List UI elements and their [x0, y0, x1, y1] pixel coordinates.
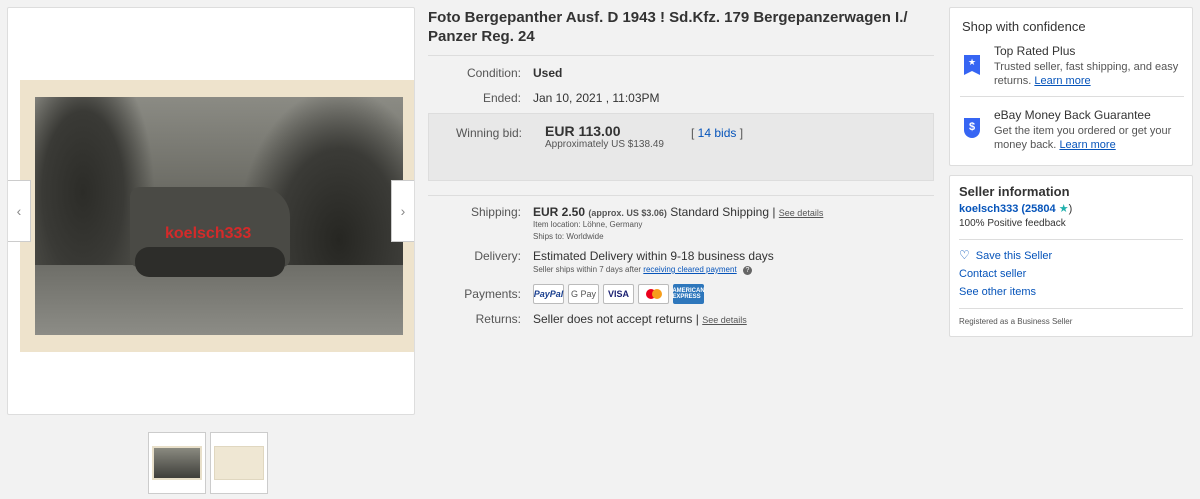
- thumbnail-image: [152, 446, 202, 480]
- thumbnail-1[interactable]: [148, 432, 206, 494]
- section-divider: [428, 195, 934, 196]
- item-title: Foto Bergepanther Ausf. D 1943 ! Sd.Kfz.…: [428, 8, 934, 56]
- info-icon[interactable]: ?: [742, 266, 752, 275]
- shipping-label: Shipping:: [470, 205, 521, 219]
- feedback-score-close: ): [1068, 203, 1073, 215]
- thumbnail-strip: [148, 432, 268, 494]
- cleared-payment-link[interactable]: receiving cleared payment: [643, 265, 736, 274]
- business-seller-note: Registered as a Business Seller: [959, 308, 1183, 326]
- winning-bid-box: Winning bid: EUR 113.00 Approximately US…: [428, 113, 934, 181]
- money-back-heading: eBay Money Back Guarantee: [994, 108, 1151, 122]
- delivery-label: Delivery:: [474, 249, 521, 263]
- shipping-info: EUR 2.50 (approx. US $3.06) Standard Shi…: [533, 205, 823, 243]
- confidence-title: Shop with confidence: [962, 19, 1086, 34]
- heart-icon: ♡: [959, 248, 970, 262]
- item-location: Item location: Löhne, Germany: [533, 220, 643, 229]
- item-details: Foto Bergepanther Ausf. D 1943 ! Sd.Kfz.…: [428, 8, 934, 326]
- star-icon: ★: [1058, 203, 1069, 215]
- chevron-right-icon: ›: [400, 203, 406, 219]
- seller-heading: Seller information: [959, 184, 1070, 199]
- top-rated-learn-more-link[interactable]: Learn more: [1034, 75, 1090, 87]
- chevron-left-icon: ‹: [16, 203, 22, 219]
- see-other-items-link[interactable]: See other items: [959, 286, 1183, 298]
- amex-icon: AMERICAN EXPRESS: [672, 284, 705, 304]
- google-pay-icon: G Pay: [568, 284, 599, 304]
- top-rated-heading: Top Rated Plus: [994, 44, 1076, 58]
- shop-with-confidence-panel: Shop with confidence ★ Top Rated Plus Tr…: [949, 7, 1193, 166]
- shipping-method: Standard Shipping |: [670, 205, 776, 219]
- winning-bid-approx: Approximately US $138.49: [545, 139, 664, 150]
- bid-count-close: ]: [736, 126, 744, 140]
- seller-name-row: koelsch333 (25804 ★): [959, 202, 1183, 215]
- ribbon-icon: ★: [964, 55, 980, 75]
- contact-seller-link[interactable]: Contact seller: [959, 268, 1183, 280]
- thumbnail-image: [214, 446, 264, 480]
- seller-divider: [959, 239, 1183, 240]
- payment-methods: PayPal G Pay VISA AMERICAN EXPRESS: [533, 284, 705, 304]
- save-seller-button[interactable]: ♡ Save this Seller: [959, 248, 1183, 262]
- mastercard-circle-orange: [651, 289, 662, 299]
- returns-value: Seller does not accept returns |: [533, 312, 699, 326]
- feedback-score-link[interactable]: (25804: [1021, 203, 1055, 215]
- bid-count-open: [: [691, 126, 698, 140]
- condition-label: Condition:: [466, 66, 521, 80]
- main-photo[interactable]: koelsch333: [20, 80, 414, 352]
- confidence-divider: [960, 96, 1184, 97]
- shipping-details-link[interactable]: See details: [779, 208, 824, 218]
- previous-image-button[interactable]: ‹: [8, 180, 31, 242]
- shipping-approx: (approx. US $3.06): [588, 208, 667, 218]
- shipping-amount: EUR 2.50: [533, 205, 586, 219]
- seller-name-link[interactable]: koelsch333: [959, 203, 1018, 215]
- positive-feedback: 100% Positive feedback: [959, 218, 1066, 229]
- image-gallery: koelsch333 ‹ ›: [7, 7, 415, 415]
- save-seller-label: Save this Seller: [975, 250, 1053, 262]
- visa-icon: VISA: [603, 284, 634, 304]
- seller-information-panel: Seller information koelsch333 (25804 ★) …: [949, 175, 1193, 337]
- ended-label: Ended:: [482, 91, 521, 105]
- delivery-info: Estimated Delivery within 9-18 business …: [533, 249, 774, 276]
- photo-watermark: koelsch333: [165, 225, 252, 242]
- next-image-button[interactable]: ›: [391, 180, 414, 242]
- delivery-value: Estimated Delivery within 9-18 business …: [533, 249, 774, 263]
- condition-value: Used: [533, 66, 563, 80]
- returns-label: Returns:: [475, 312, 521, 326]
- paypal-icon: PayPal: [533, 284, 564, 304]
- delivery-note: Seller ships within 7 days after: [533, 265, 642, 274]
- photo-image: koelsch333: [35, 97, 403, 335]
- ships-to: Ships to: Worldwide: [533, 232, 604, 241]
- money-back-learn-more-link[interactable]: Learn more: [1059, 139, 1115, 151]
- winning-bid-amount: EUR 113.00: [545, 123, 621, 139]
- photo-track: [135, 247, 285, 277]
- mastercard-icon: [638, 284, 669, 304]
- returns-details-link[interactable]: See details: [702, 315, 747, 325]
- ended-value: Jan 10, 2021 , 11:03PM: [533, 91, 660, 105]
- winning-bid-label: Winning bid:: [455, 126, 522, 140]
- payments-label: Payments:: [464, 287, 521, 301]
- bid-count: [ 14 bids ]: [691, 126, 743, 140]
- thumbnail-2[interactable]: [210, 432, 268, 494]
- bid-history-link[interactable]: 14 bids: [698, 126, 737, 140]
- shield-icon: $: [964, 118, 980, 138]
